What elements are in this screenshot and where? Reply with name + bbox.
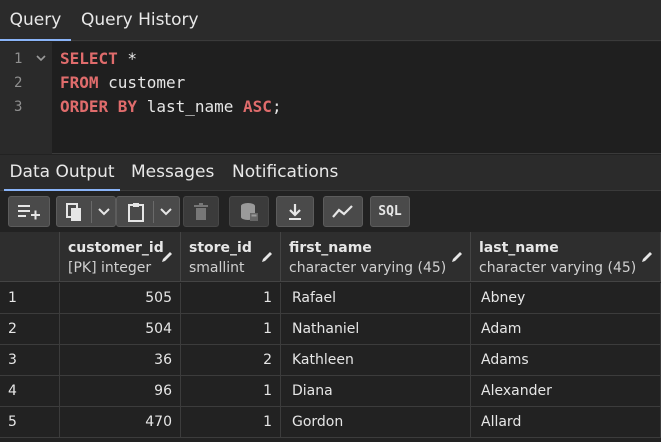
tab-messages[interactable]: Messages <box>131 155 214 191</box>
sql-label: SQL <box>378 204 402 219</box>
column-type: smallint <box>189 260 245 276</box>
data-output-toolbar: SQL <box>0 192 661 232</box>
first-name-cell[interactable]: Kathleen <box>281 345 471 376</box>
download-button[interactable] <box>276 196 314 227</box>
tab-notifications[interactable]: Notifications <box>232 155 338 191</box>
column-name: store_id <box>189 240 252 256</box>
result-tab-bar: Data Output Messages Notifications <box>0 155 661 191</box>
store-id-cell[interactable]: 1 <box>181 376 281 407</box>
table-row[interactable]: 5 470 1 Gordon Allard <box>0 407 661 438</box>
column-name: customer_id <box>68 240 164 256</box>
last-name-cell[interactable]: Abney <box>471 283 661 314</box>
column-type: character varying (45) <box>289 260 447 276</box>
code-text: * <box>117 49 138 68</box>
store-id-cell[interactable]: 1 <box>181 314 281 345</box>
tab-data-output[interactable]: Data Output <box>4 155 120 191</box>
store-id-cell[interactable]: 1 <box>181 283 281 314</box>
save-data-icon <box>241 202 258 221</box>
line-number: 2 <box>14 75 23 91</box>
code-text: ; <box>271 97 282 116</box>
row-number-cell[interactable]: 2 <box>0 314 60 345</box>
edit-pencil-icon[interactable] <box>450 250 464 264</box>
add-row-icon <box>18 204 40 219</box>
trash-icon <box>194 202 208 220</box>
line-number-gutter: 1 2 3 <box>0 42 52 154</box>
save-data-button[interactable] <box>229 196 269 227</box>
line-graph-icon <box>332 204 353 218</box>
copy-button-group[interactable] <box>56 196 116 227</box>
edit-pencil-icon[interactable] <box>260 250 274 264</box>
row-number-header <box>0 232 60 282</box>
code-text: customer <box>98 73 186 92</box>
copy-icon <box>65 202 81 221</box>
edit-pencil-icon[interactable] <box>640 250 654 264</box>
code-text: last_name <box>137 97 244 116</box>
first-name-cell[interactable]: Gordon <box>281 407 471 438</box>
store-id-cell[interactable]: 1 <box>181 407 281 438</box>
column-header-first-name[interactable]: first_name character varying (45) <box>281 232 471 282</box>
column-name: first_name <box>289 240 372 256</box>
divider <box>90 200 92 223</box>
table-row[interactable]: 1 505 1 Rafael Abney <box>0 283 661 314</box>
table-row[interactable]: 4 96 1 Diana Alexander <box>0 376 661 407</box>
last-name-cell[interactable]: Adams <box>471 345 661 376</box>
store-id-cell[interactable]: 2 <box>181 345 281 376</box>
column-type: character varying (45) <box>479 260 637 276</box>
row-number-cell[interactable]: 5 <box>0 407 60 438</box>
customer-id-cell[interactable]: 505 <box>60 283 181 314</box>
customer-id-cell[interactable]: 96 <box>60 376 181 407</box>
delete-button[interactable] <box>183 196 219 227</box>
tab-query-history[interactable]: Query History <box>81 0 199 41</box>
keyword: ASC <box>243 97 272 116</box>
divider <box>152 200 154 223</box>
first-name-cell[interactable]: Diana <box>281 376 471 407</box>
edit-pencil-icon[interactable] <box>160 250 174 264</box>
sql-editor[interactable]: 1 2 3 SELECT * FROM customer ORDER BY la… <box>0 42 661 154</box>
line-number: 1 <box>14 51 23 67</box>
keyword: FROM <box>60 73 99 92</box>
code-line: ORDER BY last_name ASC; <box>60 97 282 116</box>
first-name-cell[interactable]: Nathaniel <box>281 314 471 345</box>
paste-button-group[interactable] <box>116 196 180 227</box>
last-name-cell[interactable]: Adam <box>471 314 661 345</box>
column-name: last_name <box>479 240 559 256</box>
code-line: SELECT * <box>60 49 137 68</box>
chevron-down-icon <box>97 207 110 215</box>
keyword: SELECT <box>60 49 118 68</box>
customer-id-cell[interactable]: 36 <box>60 345 181 376</box>
chevron-down-icon <box>159 207 172 215</box>
download-icon <box>289 203 301 220</box>
code-line: FROM customer <box>60 73 185 92</box>
table-row[interactable]: 2 504 1 Nathaniel Adam <box>0 314 661 345</box>
first-name-cell[interactable]: Rafael <box>281 283 471 314</box>
last-name-cell[interactable]: Alexander <box>471 376 661 407</box>
line-number: 3 <box>14 99 23 115</box>
keyword: ORDER BY <box>60 97 138 116</box>
column-type: [PK] integer <box>68 260 152 276</box>
customer-id-cell[interactable]: 470 <box>60 407 181 438</box>
row-number-cell[interactable]: 4 <box>0 376 60 407</box>
fold-chevron-icon[interactable] <box>36 53 46 63</box>
column-header-store-id[interactable]: store_id smallint <box>181 232 281 282</box>
add-row-button[interactable] <box>8 196 50 227</box>
column-header-customer-id[interactable]: customer_id [PK] integer <box>60 232 181 282</box>
tab-query[interactable]: Query <box>0 0 71 41</box>
graph-visualiser-button[interactable] <box>323 196 363 227</box>
column-header-last-name[interactable]: last_name character varying (45) <box>471 232 661 282</box>
last-name-cell[interactable]: Allard <box>471 407 661 438</box>
table-row[interactable]: 3 36 2 Kathleen Adams <box>0 345 661 376</box>
data-grid: customer_id [PK] integer store_id smalli… <box>0 232 661 442</box>
row-number-cell[interactable]: 1 <box>0 283 60 314</box>
customer-id-cell[interactable]: 504 <box>60 314 181 345</box>
query-tab-bar: Query Query History <box>0 0 661 41</box>
sql-button[interactable]: SQL <box>370 196 410 227</box>
paste-icon <box>127 202 144 222</box>
row-number-cell[interactable]: 3 <box>0 345 60 376</box>
